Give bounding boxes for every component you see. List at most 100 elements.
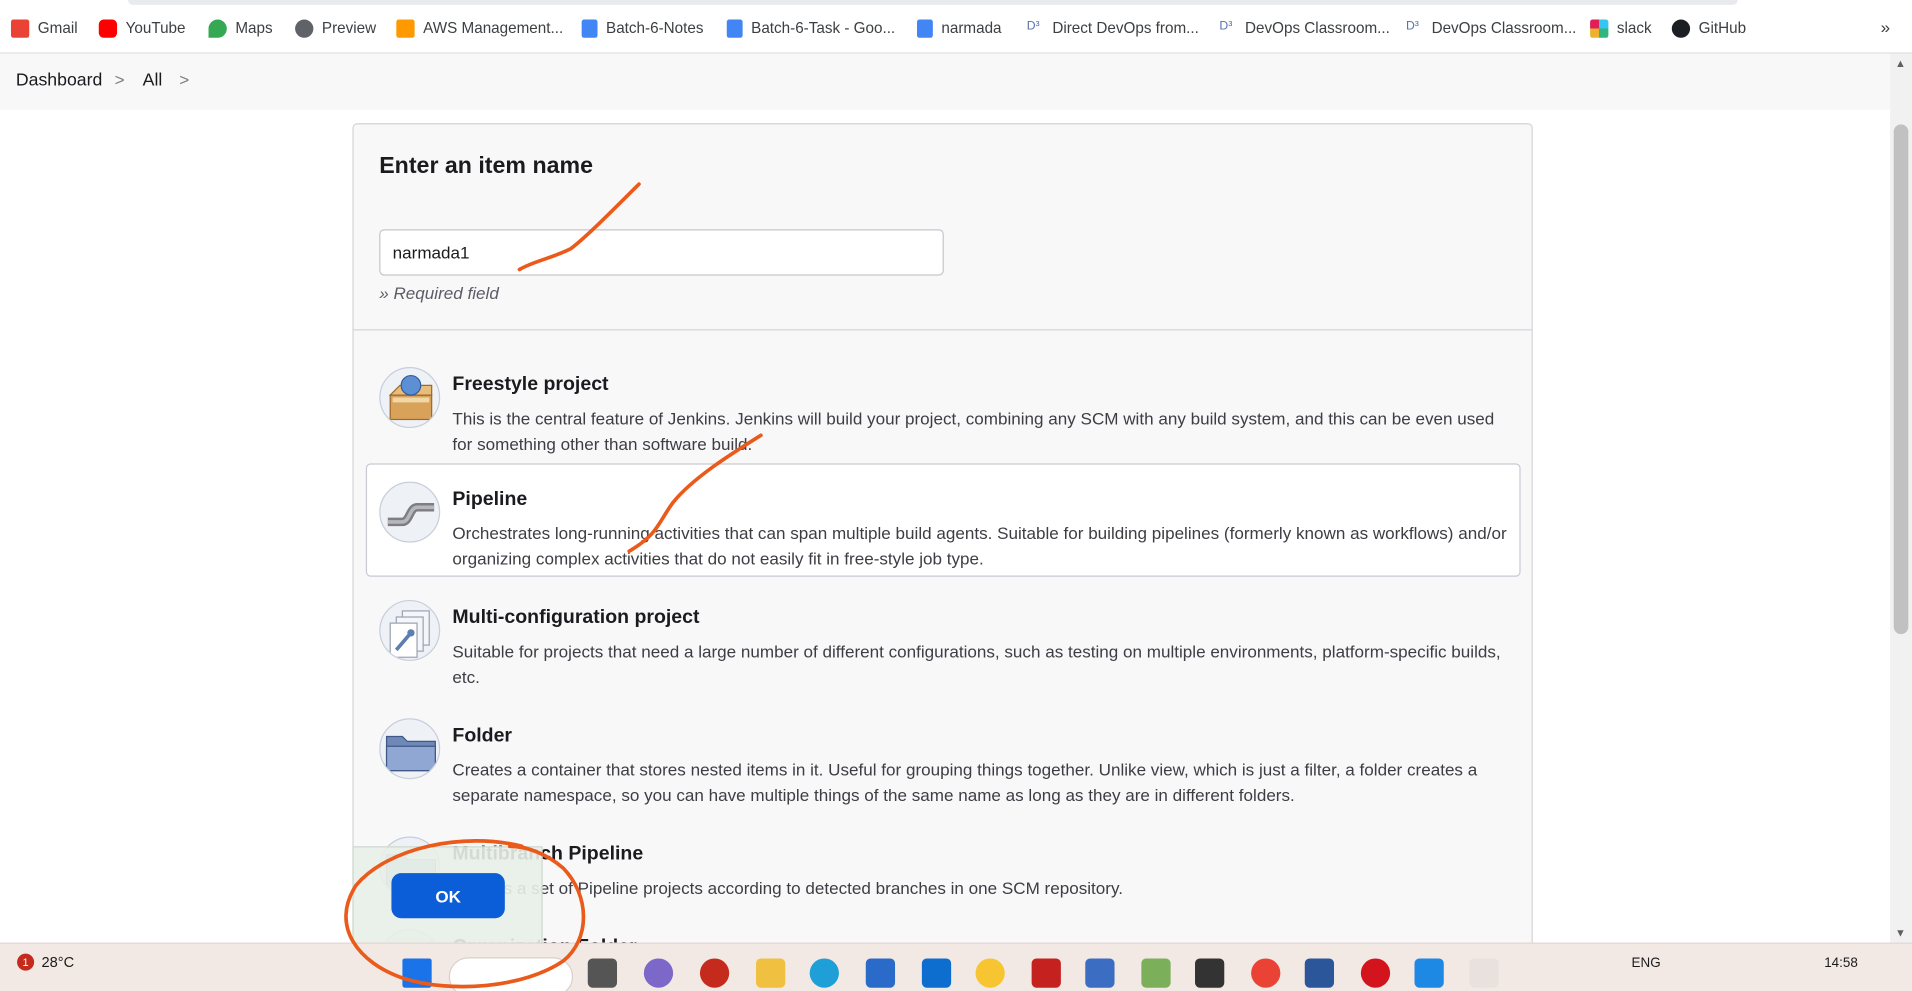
temperature-label: 28°C (41, 953, 75, 971)
docs-icon (916, 18, 933, 38)
breadcrumb-all[interactable]: All (143, 71, 163, 91)
item-type-pipeline[interactable]: Pipeline Orchestrates long-running activ… (365, 463, 1521, 577)
language-indicator[interactable]: ENG (1632, 956, 1661, 971)
docs-icon (726, 18, 743, 38)
vscode-icon[interactable] (1414, 958, 1444, 988)
scroll-thumb[interactable] (1893, 124, 1909, 635)
item-type-multi-configuration-project[interactable]: Multi-configuration project Suitable for… (366, 582, 1521, 695)
item-name-input[interactable] (379, 229, 944, 276)
pipeline-icon (379, 481, 441, 543)
github-icon (1671, 18, 1691, 38)
slack-icon (1590, 18, 1609, 38)
aws-icon (396, 18, 415, 38)
taskbar-search[interactable] (448, 957, 574, 991)
bookmark-github[interactable]: GitHub (1671, 17, 1747, 39)
breadcrumb-separator[interactable]: > (179, 70, 189, 90)
clock-app-icon[interactable] (699, 958, 730, 988)
bookmark-label: Maps (235, 19, 273, 37)
remote-desktop-icon[interactable] (1085, 958, 1115, 988)
clock[interactable]: 14:58 (1824, 956, 1858, 971)
address-bar-edge (128, 0, 1738, 5)
breadcrumb-dashboard[interactable]: Dashboard (16, 71, 103, 91)
bookmark-narmada[interactable]: narmada (916, 17, 1002, 39)
bookmarks-more-button[interactable]: » (1881, 17, 1891, 37)
active-app-icon[interactable] (1469, 958, 1499, 988)
breadcrumb-separator: > (114, 69, 125, 90)
gmail-icon (10, 18, 30, 38)
item-type-description: Suitable for projects that need a large … (452, 641, 1501, 687)
weather-app-icon[interactable] (975, 958, 1005, 988)
windows-taskbar: 1 28°C ENG 14:58 (0, 942, 1912, 991)
item-type-folder[interactable]: Folder Creates a container that stores n… (366, 700, 1521, 813)
bookmark-label: Gmail (37, 19, 78, 37)
edge-icon[interactable] (809, 958, 839, 988)
page-scrollbar[interactable]: ▲ ▼ (1890, 53, 1912, 943)
bookmark-label: Batch-6-Task - Goo... (751, 19, 896, 37)
item-type-title: Multi-configuration project (452, 607, 700, 628)
ok-button[interactable]: OK (391, 873, 505, 919)
opera-icon[interactable] (1360, 958, 1391, 988)
ok-button-bar: OK (352, 846, 543, 947)
bookmark-label: YouTube (125, 19, 186, 37)
scroll-down-icon[interactable]: ▼ (1895, 927, 1906, 939)
bookmark-label: AWS Management... (423, 19, 564, 37)
bookmark-label: Preview (321, 19, 377, 37)
folder-icon (379, 718, 441, 780)
notification-badge: 1 (17, 953, 35, 971)
chrome-icon[interactable] (1251, 958, 1281, 988)
bookmark-gmail[interactable]: Gmail (10, 17, 78, 39)
word-icon[interactable] (1304, 958, 1335, 988)
bookmark-slack[interactable]: slack (1590, 17, 1652, 39)
page-title: Enter an item name (379, 153, 593, 180)
bookmark-youtube[interactable]: YouTube (98, 17, 186, 39)
teams-icon[interactable] (643, 958, 674, 988)
notepad-icon[interactable] (1141, 958, 1171, 988)
bookmarks-bar: Gmail YouTube Maps Preview AWS Managemen… (0, 0, 1912, 54)
task-view-icon[interactable] (587, 958, 618, 988)
item-type-description: Creates a set of Pipeline projects accor… (452, 877, 1123, 898)
weather-widget[interactable]: 1 28°C (17, 953, 75, 971)
bookmark-aws[interactable]: AWS Management... (396, 17, 563, 39)
item-type-freestyle-project[interactable]: Freestyle project This is the central fe… (366, 349, 1521, 462)
item-type-title: Folder (452, 725, 513, 747)
gmail-app-icon[interactable] (1031, 958, 1061, 988)
terminal-icon[interactable] (1195, 958, 1225, 988)
new-item-panel: Enter an item name » Required field Free… (352, 123, 1533, 965)
devops-icon: D³ (1219, 18, 1233, 33)
bookmark-label: DevOps Classroom... (1431, 19, 1577, 37)
bookmark-label: DevOps Classroom... (1245, 19, 1390, 37)
store-icon[interactable] (865, 958, 896, 988)
scroll-up-icon[interactable]: ▲ (1895, 57, 1906, 69)
maps-icon (208, 18, 227, 38)
windows-start-icon[interactable] (402, 958, 432, 988)
bookmark-label: Direct DevOps from... (1052, 19, 1199, 37)
screen: Gmail YouTube Maps Preview AWS Managemen… (0, 0, 1912, 991)
item-type-description: Creates a container that stores nested i… (452, 759, 1478, 805)
bookmark-maps[interactable]: Maps (208, 17, 273, 39)
bookmark-label: slack (1616, 19, 1652, 37)
devops-icon: D³ (1026, 18, 1040, 33)
item-name-section: Enter an item name » Required field (353, 124, 1532, 331)
multi-configuration-icon (379, 599, 441, 661)
bookmark-batch-6-task[interactable]: Batch-6-Task - Goo... (726, 17, 896, 39)
devops-icon: D³ (1405, 18, 1419, 33)
globe-icon (295, 18, 314, 38)
bookmark-direct-devops[interactable]: D³ Direct DevOps from... (1027, 17, 1199, 39)
item-type-description: This is the central feature of Jenkins. … (452, 408, 1495, 454)
item-type-description: Orchestrates long-running activities tha… (452, 523, 1507, 569)
docs-icon (581, 18, 598, 38)
required-field-hint: » Required field (379, 282, 499, 303)
item-type-title: Freestyle project (452, 374, 609, 396)
bookmark-preview[interactable]: Preview (295, 17, 376, 39)
file-explorer-icon[interactable] (756, 958, 786, 988)
bookmark-label: GitHub (1698, 19, 1747, 37)
app-icon[interactable] (921, 958, 952, 988)
breadcrumb: Dashboard > All > (0, 53, 1912, 110)
bookmark-devops-classroom-1[interactable]: D³ DevOps Classroom... (1219, 17, 1389, 39)
freestyle-project-icon (379, 367, 441, 429)
bookmark-batch-6-notes[interactable]: Batch-6-Notes (581, 17, 704, 39)
bookmark-devops-classroom-2[interactable]: D³ DevOps Classroom... (1406, 17, 1576, 39)
bookmark-label: Batch-6-Notes (606, 19, 704, 37)
bookmark-label: narmada (941, 19, 1002, 37)
youtube-icon (98, 18, 118, 38)
